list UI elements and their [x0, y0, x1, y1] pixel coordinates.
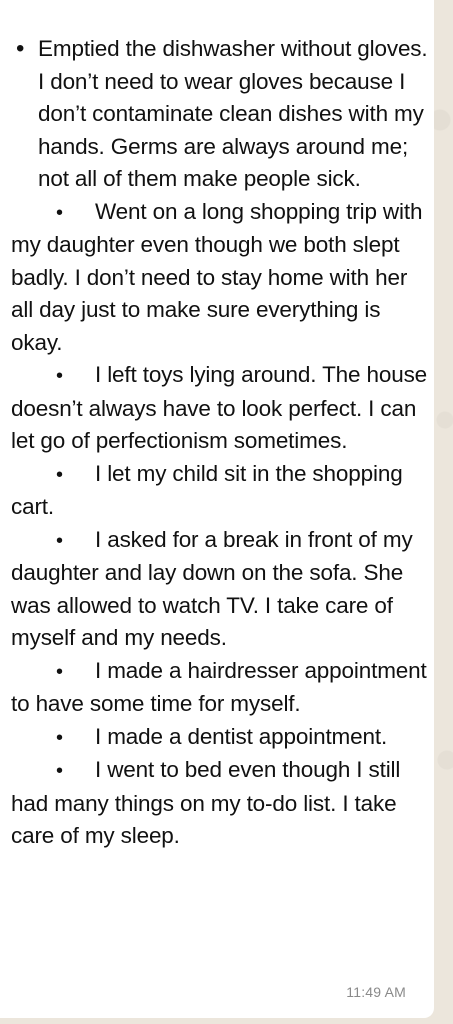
list-item: • I left toys lying around. The house doe… — [11, 359, 431, 458]
bullet-icon: • — [56, 726, 63, 749]
message-bubble[interactable]: • Emptied the dishwasher without gloves.… — [0, 0, 434, 1018]
list-item: • I asked for a break in front of my daug… — [11, 524, 431, 655]
list-item: • I made a dentist appointment. — [11, 721, 431, 755]
bullet-icon: • — [56, 660, 63, 683]
message-timestamp: 11:49 AM — [346, 984, 406, 1000]
bullet-icon: • — [16, 35, 25, 62]
message-text: • Emptied the dishwasher without gloves.… — [11, 33, 431, 853]
bullet-icon: • — [56, 365, 63, 387]
list-item: • Emptied the dishwasher without gloves.… — [11, 33, 431, 196]
bullet-icon: • — [56, 529, 63, 552]
list-item: • I made a hairdresser appointment to hav… — [11, 655, 431, 721]
bullet-icon: • — [56, 201, 63, 224]
list-item-text: Emptied the dishwasher without gloves. I… — [38, 36, 428, 191]
list-item: • Went on a long shopping trip with my da… — [11, 196, 431, 360]
list-item: • I went to bed even though I still had m… — [11, 754, 431, 853]
list-item: • I let my child sit in the shopping cart… — [11, 458, 431, 524]
bullet-icon: • — [56, 463, 63, 486]
bullet-icon: • — [56, 760, 63, 782]
list-item-text: I made a dentist appointment. — [95, 723, 388, 749]
